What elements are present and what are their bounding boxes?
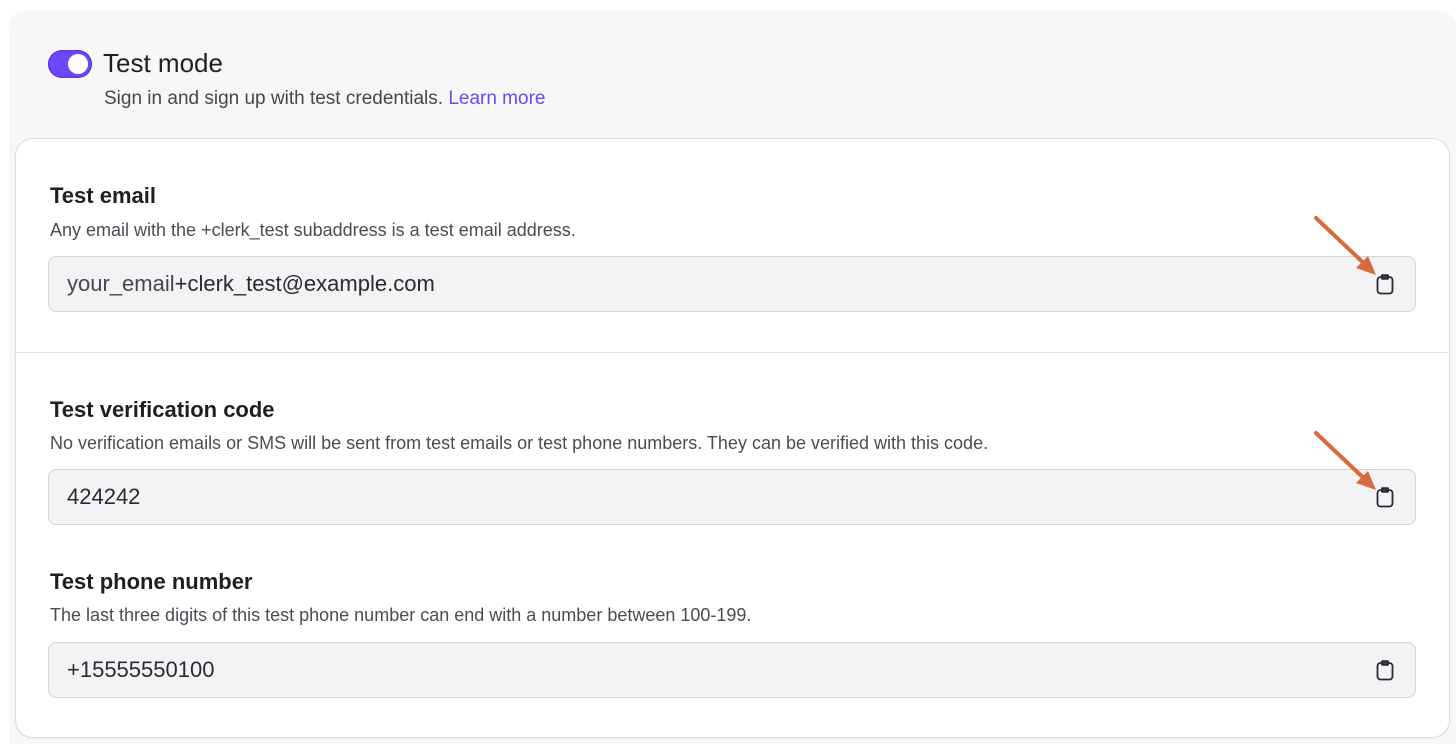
test-phone-number-value: +15555550100 xyxy=(67,657,215,682)
clipboard-icon[interactable] xyxy=(1373,485,1397,509)
test-phone-number-field[interactable]: +15555550100 xyxy=(48,642,1416,698)
toggle-knob xyxy=(68,54,88,74)
test-verification-code-title: Test verification code xyxy=(50,397,275,422)
test-email-field[interactable]: your_email+clerk_test@example.com xyxy=(48,256,1416,312)
section-divider xyxy=(15,352,1450,353)
test-phone-number-description: The last three digits of this test phone… xyxy=(50,605,752,625)
test-mode-title: Test mode xyxy=(103,48,223,78)
test-mode-toggle[interactable] xyxy=(48,50,92,78)
test-phone-number-title: Test phone number xyxy=(50,569,253,594)
test-mode-description: Sign in and sign up with test credential… xyxy=(104,87,545,111)
test-email-title: Test email xyxy=(50,183,156,208)
test-verification-code-value: 424242 xyxy=(67,484,141,509)
test-email-value-prefix: your_email xyxy=(67,271,175,296)
test-email-value-suffix: +clerk_test@example.com xyxy=(174,271,435,296)
test-email-description: Any email with the +clerk_test subaddres… xyxy=(50,220,576,240)
test-verification-code-field[interactable]: 424242 xyxy=(48,469,1416,525)
test-email-value: your_email+clerk_test@example.com xyxy=(67,257,435,310)
clipboard-icon[interactable] xyxy=(1373,658,1397,682)
clipboard-icon[interactable] xyxy=(1373,272,1397,296)
test-mode-description-text: Sign in and sign up with test credential… xyxy=(104,88,444,109)
learn-more-link[interactable]: Learn more xyxy=(448,88,545,109)
test-verification-code-description: No verification emails or SMS will be se… xyxy=(50,433,989,453)
